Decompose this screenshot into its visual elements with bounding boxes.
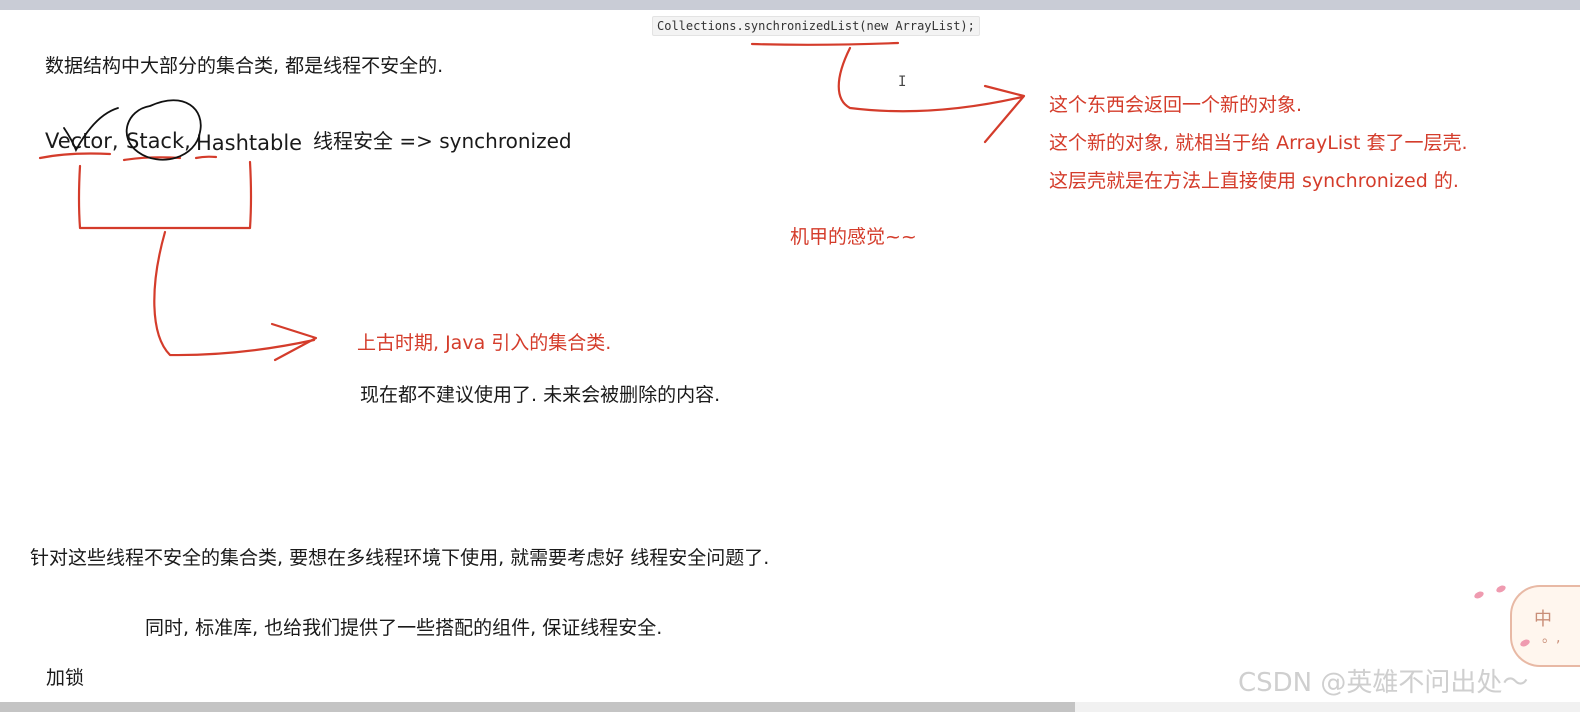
mecha-note: 机甲的感觉~~: [790, 226, 917, 248]
code-snippet: Collections.synchronizedList(new ArrayLi…: [652, 16, 980, 36]
class-hashtable: Hashtable: [196, 131, 303, 155]
arrow-to-ancient: [153, 230, 316, 357]
right-note-line-3: 这层壳就是在方法上直接使用 synchronized 的.: [1049, 170, 1459, 192]
mascot-image: 中 。,: [1510, 585, 1580, 667]
stdlib-line: 同时, 标准库, 也给我们提供了一些搭配的组件, 保证线程安全.: [145, 617, 663, 639]
mascot-char-2: 。,: [1542, 630, 1561, 646]
petal-icon: [1473, 590, 1485, 600]
underline-code: [750, 41, 900, 46]
right-note-line-2: 这个新的对象, 就相当于给 ArrayList 套了一层壳.: [1049, 132, 1468, 154]
lock-label: 加锁: [46, 667, 85, 689]
class-vector: Vector,: [45, 129, 119, 153]
deprecated-note: 现在都不建议使用了. 未来会被删除的内容.: [360, 384, 721, 406]
petal-icon: [1495, 584, 1507, 594]
horizontal-scrollbar[interactable]: [0, 702, 1580, 712]
underline-vector: [38, 152, 112, 160]
underline-stack: [122, 156, 182, 162]
text-cursor-icon: I: [898, 74, 907, 90]
underline-hashtable: [194, 155, 218, 160]
arrow-head-notes: [983, 84, 1026, 144]
thread-safe-note: 线程安全 => synchronized: [313, 129, 572, 153]
thread-safety-line: 针对这些线程不安全的集合类, 要想在多线程环境下使用, 就需要考虑好 线程安全问…: [30, 547, 770, 569]
right-note-line-1: 这个东西会返回一个新的对象.: [1049, 94, 1303, 116]
class-stack: Stack,: [126, 129, 191, 153]
ancient-note: 上古时期, Java 引入的集合类.: [357, 332, 612, 354]
arrow-to-notes: [837, 46, 1024, 113]
csdn-watermark: CSDN @英雄不问出处～: [1238, 668, 1529, 698]
bracket-classes: [77, 160, 253, 230]
scrollbar-thumb[interactable]: [0, 702, 1075, 712]
unsafe-collections-line: 数据结构中大部分的集合类, 都是线程不安全的.: [45, 55, 444, 77]
ink-annotations: [38, 41, 1026, 362]
window-top-bar: [0, 0, 1580, 10]
arrow-head-ancient: [270, 322, 318, 362]
